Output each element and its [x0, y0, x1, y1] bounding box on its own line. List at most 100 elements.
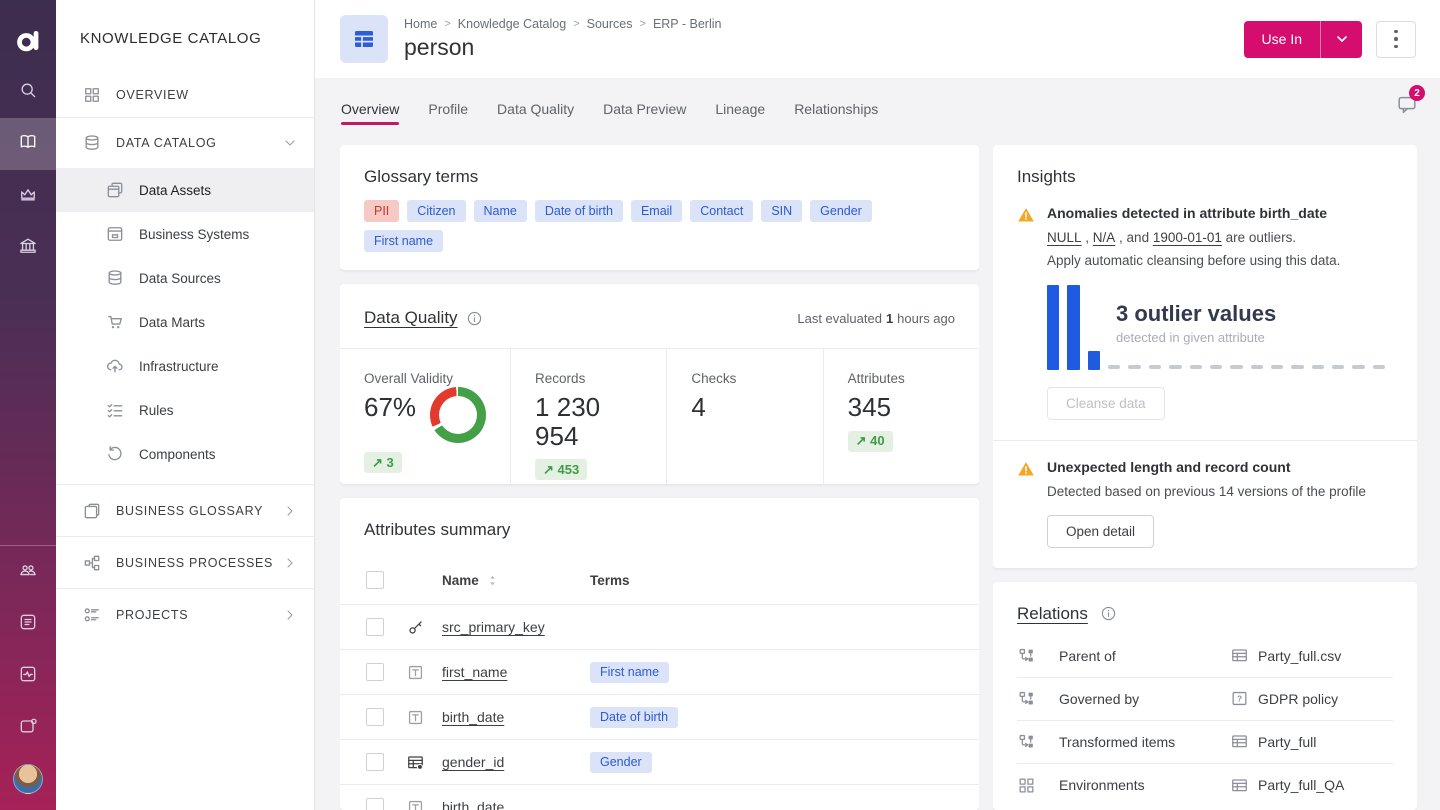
placeholder-dash [1372, 364, 1386, 369]
rail-button-monitor-pulse-icon[interactable] [0, 650, 56, 702]
tab-overview[interactable]: Overview [341, 85, 399, 134]
tab-data-quality[interactable]: Data Quality [497, 85, 574, 134]
relation-row: Transformed items Party_full [1017, 721, 1393, 764]
relation-target-link[interactable]: Party_full [1258, 734, 1393, 750]
sidebar-item-overview[interactable]: OVERVIEW [56, 73, 314, 117]
glossary-term-tag[interactable]: Date of birth [534, 200, 623, 222]
user-avatar[interactable] [13, 764, 43, 794]
outlier-value-link[interactable]: NULL [1047, 230, 1082, 245]
tab-data-preview[interactable]: Data Preview [603, 85, 686, 134]
glossary-term-tag[interactable]: Name [473, 200, 527, 222]
glossary-terms-card: Glossary terms PII Citizen Name Date of bir… [340, 145, 979, 270]
insights-divider [993, 439, 1417, 441]
sidebar-item-business-glossary[interactable]: BUSINESS GLOSSARY [56, 484, 314, 536]
database-icon [82, 133, 102, 153]
attribute-name-link[interactable]: birth_date [442, 709, 590, 725]
attribute-name-link[interactable]: birth_date [442, 799, 590, 810]
anomaly-title: Anomalies detected in attribute birth_da… [1047, 205, 1328, 221]
pages-icon [82, 501, 102, 521]
glossary-term-tag[interactable]: SIN [761, 200, 803, 222]
breadcrumb-item[interactable]: Knowledge Catalog [458, 17, 566, 31]
sidebar-item-rules[interactable]: Rules [56, 388, 314, 432]
data-quality-title[interactable]: Data Quality [364, 308, 458, 328]
sidebar-item-data-sources[interactable]: Data Sources [56, 256, 314, 300]
sidebar-item-label: BUSINESS GLOSSARY [116, 503, 264, 518]
tab-profile[interactable]: Profile [428, 85, 468, 134]
row-checkbox[interactable] [366, 753, 384, 771]
relation-label: Governed by [1059, 690, 1140, 707]
cloud-icon [105, 356, 125, 376]
sidebar-item-projects[interactable]: PROJECTS [56, 588, 314, 640]
relation-label: Parent of [1059, 647, 1116, 664]
rail-button-bank-icon[interactable] [0, 222, 56, 274]
table-row: birth_date [340, 784, 979, 810]
tab-lineage[interactable]: Lineage [715, 85, 765, 134]
attribute-name-link[interactable]: gender_id [442, 754, 590, 770]
placeholder-dash [1291, 364, 1304, 369]
use-in-button[interactable]: Use In [1243, 20, 1320, 58]
rail-button-people-icon[interactable] [0, 546, 56, 598]
stat-checks: Checks 4 [666, 349, 822, 484]
rail-button-notes-icon[interactable] [0, 598, 56, 650]
term-tag[interactable]: Gender [590, 751, 652, 773]
outlier-value-link[interactable]: N/A [1093, 230, 1116, 245]
relation-target-link[interactable]: Party_full_QA [1258, 777, 1393, 793]
use-in-dropdown-button[interactable] [1320, 20, 1362, 58]
glossary-term-tag[interactable]: Citizen [407, 200, 466, 222]
relation-target-link[interactable]: Party_full.csv [1258, 648, 1393, 664]
glossary-term-tag[interactable]: Contact [690, 200, 754, 222]
relations-title[interactable]: Relations [1017, 604, 1088, 623]
term-tag[interactable]: First name [590, 661, 670, 683]
relation-target-link[interactable]: GDPR policy [1258, 691, 1393, 707]
relation-row: Governed by? GDPR policy [1017, 678, 1393, 721]
table-row: src_primary_key [340, 604, 979, 649]
row-checkbox[interactable] [366, 798, 384, 810]
chevron-right-icon [282, 503, 298, 519]
relations-card: Relations Parent of Party_full.csv Governe… [993, 581, 1417, 810]
glossary-terms-title: Glossary terms [364, 167, 479, 186]
rail-button-crown-icon[interactable] [0, 170, 56, 222]
open-detail-button[interactable]: Open detail [1047, 514, 1155, 548]
sidebar: KNOWLEDGE CATALOG OVERVIEW DATA CATALOG … [56, 0, 315, 810]
breadcrumb-item[interactable]: Sources [587, 17, 633, 31]
sidebar-item-components[interactable]: Components [56, 432, 314, 476]
sort-icon[interactable] [485, 573, 500, 588]
sidebar-item-data-catalog[interactable]: DATA CATALOG [56, 118, 314, 168]
tab-relationships[interactable]: Relationships [794, 85, 878, 134]
glossary-term-tag[interactable]: PII [364, 200, 400, 222]
rail-button-book-icon[interactable] [0, 118, 56, 170]
sidebar-item-business-processes[interactable]: BUSINESS PROCESSES [56, 536, 314, 588]
term-tag[interactable]: Date of birth [590, 706, 679, 728]
row-checkbox[interactable] [366, 708, 384, 726]
chevron-right-icon [282, 607, 298, 623]
outlier-value-link[interactable]: 1900-01-01 [1153, 230, 1222, 245]
attribute-name-link[interactable]: first_name [442, 664, 590, 680]
sidebar-item-data-marts[interactable]: Data Marts [56, 300, 314, 344]
rail-button-search-icon[interactable] [0, 66, 56, 118]
sidebar-item-label: PROJECTS [116, 607, 189, 622]
row-checkbox[interactable] [366, 618, 384, 636]
info-icon[interactable] [466, 310, 483, 327]
sidebar-item-infrastructure[interactable]: Infrastructure [56, 344, 314, 388]
glossary-term-tag[interactable]: Gender [810, 200, 872, 222]
more-actions-button[interactable] [1376, 20, 1416, 58]
select-all-checkbox[interactable] [366, 571, 384, 589]
rail-bottom-group [0, 546, 56, 810]
glossary-term-tag[interactable]: First name [364, 230, 444, 252]
brand-logo-icon[interactable] [15, 14, 42, 66]
cleanse-data-button[interactable]: Cleanse data [1047, 386, 1165, 420]
comments-button[interactable]: 2 [1396, 85, 1425, 120]
rail-button-notifications-icon[interactable] [0, 702, 56, 754]
row-checkbox[interactable] [366, 663, 384, 681]
info-icon[interactable] [1100, 605, 1117, 622]
attribute-name-link[interactable]: src_primary_key [442, 619, 590, 635]
bank-icon [18, 236, 38, 261]
sidebar-item-data-assets[interactable]: Data Assets [56, 168, 314, 212]
data-quality-card: Data Quality Last evaluated 1 hours ago … [340, 284, 979, 484]
workflow-icon [1017, 689, 1059, 708]
length-warning-title: Unexpected length and record count [1047, 458, 1291, 475]
breadcrumb-item[interactable]: Home [404, 17, 437, 31]
use-in-split-button: Use In [1243, 20, 1362, 58]
sidebar-item-business-systems[interactable]: Business Systems [56, 212, 314, 256]
glossary-term-tag[interactable]: Email [630, 200, 683, 222]
